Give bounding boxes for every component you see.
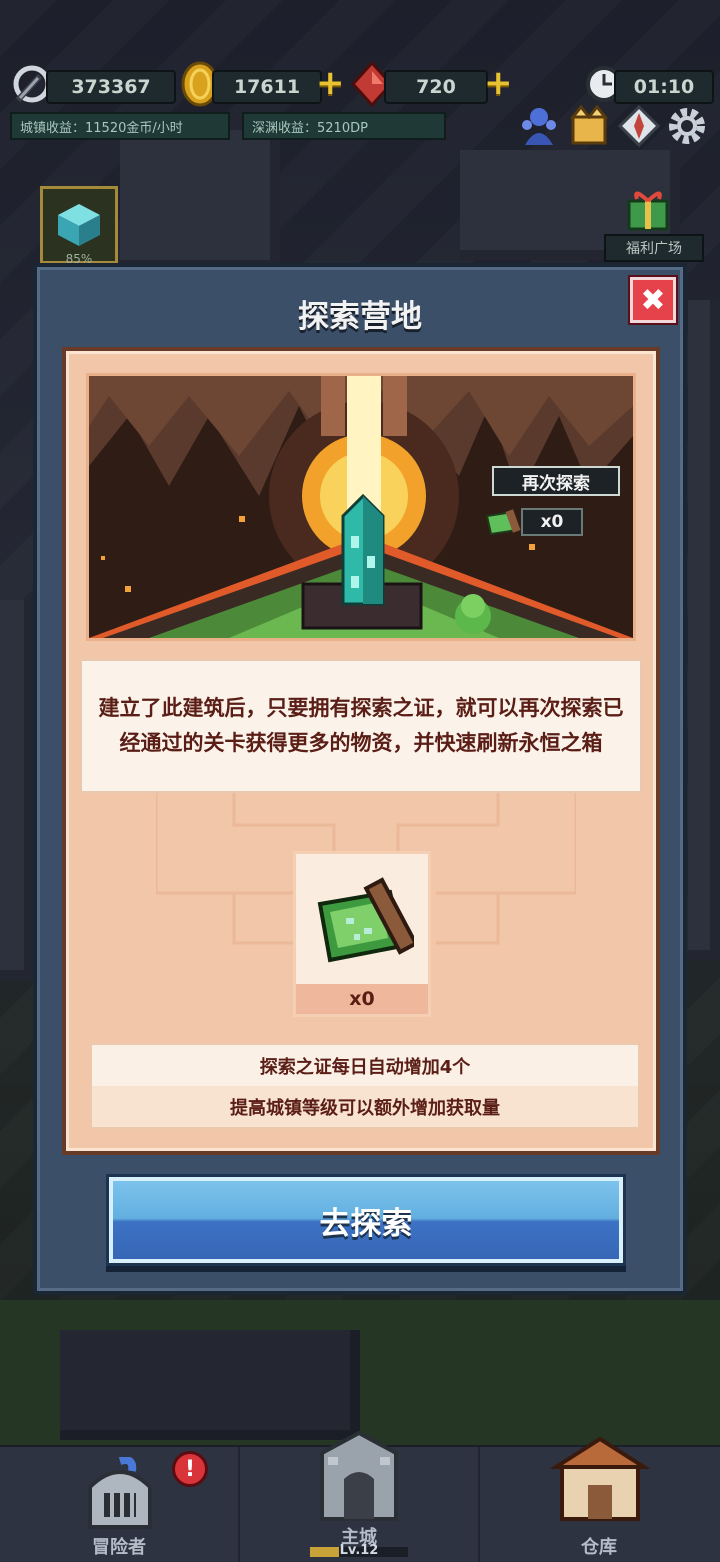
dialog-content-panel: 再次探索 x0 建立了此建筑后，只要拥有探索之证，就可以再次探索已经通过的关卡获…: [62, 347, 660, 1155]
info-town-level-bonus: 提高城镇等级可以额外增加获取量: [92, 1086, 638, 1127]
timer-value: 01:10: [614, 70, 714, 104]
welfare-plaza-label[interactable]: 福利广场: [604, 234, 704, 262]
reexplore-button[interactable]: 再次探索: [492, 466, 620, 496]
scene-art: [89, 376, 633, 638]
exploration-camp-dialog: 探索营地 ✖ 再次探索 x0 建立了此建筑后，只要拥有探索之证，就可以再次探索已…: [33, 263, 687, 1295]
warehouse-icon: [549, 1433, 651, 1523]
add-gem-button[interactable]: +: [484, 66, 513, 100]
town-income: 城镇收益：11520金币/小时: [10, 112, 230, 140]
dialog-title: 探索营地: [298, 299, 422, 335]
gift-box-icon[interactable]: [620, 184, 676, 232]
settings-gear-icon[interactable]: [664, 104, 710, 148]
events-icon[interactable]: [566, 102, 612, 148]
heroes-icon[interactable]: [516, 104, 562, 148]
add-gold-button[interactable]: +: [316, 66, 345, 100]
bottom-navigation: ! 冒险者 主城 Lv.12 仓库: [0, 1430, 720, 1562]
power-value: 373367: [46, 70, 176, 104]
info-daily-increase: 探索之证每日自动增加4个: [259, 1056, 471, 1078]
go-explore-label: 去探索: [319, 1205, 413, 1242]
abyss-income: 深渊收益：5210DP: [242, 112, 446, 140]
nav-adventurers[interactable]: ! 冒险者: [0, 1447, 240, 1562]
alert-badge: !: [172, 1451, 208, 1487]
exploration-pass-count: x0: [296, 984, 428, 1014]
scroll-icon: [485, 508, 523, 538]
exploration-pass-info: 探索之证每日自动增加4个 提高城镇等级可以额外增加获取量: [90, 1043, 640, 1129]
city-level: Lv.12: [339, 1543, 379, 1558]
gold-value: 17611: [212, 70, 322, 104]
compass-icon[interactable]: [616, 104, 662, 148]
reexplore-count: x0: [521, 508, 583, 536]
reexplore-label: 再次探索: [522, 473, 590, 494]
close-icon: ✖: [640, 282, 666, 318]
nav-adventurers-label: 冒险者: [92, 1537, 146, 1558]
castle-tower-icon: [314, 1429, 404, 1525]
nav-warehouse[interactable]: 仓库: [480, 1436, 718, 1562]
knight-helmet-icon: [74, 1456, 166, 1533]
building-description: 建立了此建筑后，只要拥有探索之证，就可以再次探索已经通过的关卡获得更多的物资，并…: [80, 659, 642, 793]
nav-warehouse-label: 仓库: [581, 1537, 617, 1558]
exploration-camp-illustration: 再次探索 x0: [86, 373, 636, 641]
go-explore-button[interactable]: 去探索: [109, 1177, 623, 1263]
gem-value: 720: [384, 70, 488, 104]
exploration-pass-slot[interactable]: x0: [293, 851, 431, 1017]
close-button[interactable]: ✖: [630, 277, 676, 323]
exploration-pass-scroll-icon: [310, 868, 419, 972]
nav-main-city[interactable]: 主城 Lv.12: [240, 1430, 480, 1562]
